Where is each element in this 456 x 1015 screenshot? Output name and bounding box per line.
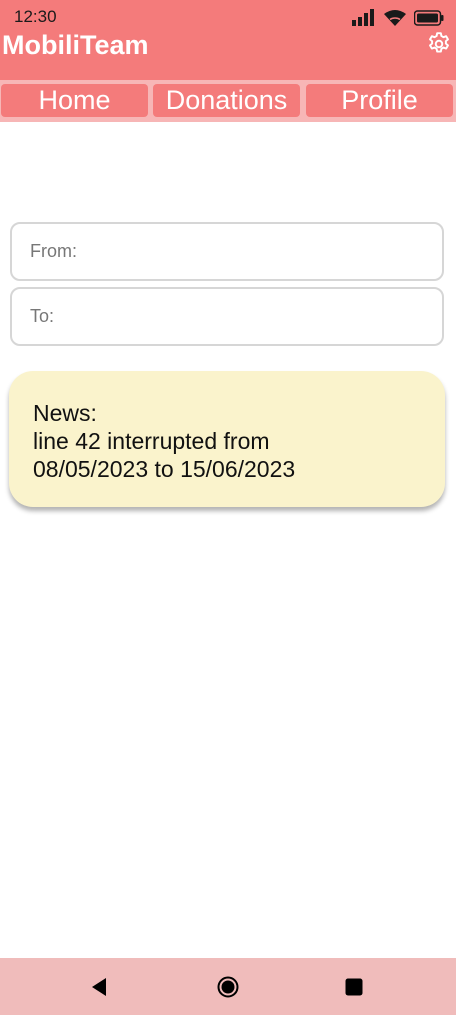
news-line-2: 08/05/2023 to 15/06/2023 xyxy=(33,456,296,482)
news-line-1: line 42 interrupted from xyxy=(33,428,270,454)
recents-icon[interactable] xyxy=(345,978,363,996)
nav-tabs: Home Donations Profile xyxy=(0,80,456,122)
news-card: News: line 42 interrupted from 08/05/202… xyxy=(9,371,445,507)
from-field-container xyxy=(10,222,444,281)
status-icons xyxy=(352,9,444,27)
home-icon[interactable] xyxy=(217,976,239,998)
status-time: 12:30 xyxy=(14,7,57,26)
tab-home[interactable]: Home xyxy=(1,84,148,117)
wifi-icon xyxy=(384,10,406,26)
battery-icon xyxy=(414,10,444,26)
tab-profile[interactable]: Profile xyxy=(306,84,453,117)
to-input[interactable] xyxy=(12,289,442,344)
from-input[interactable] xyxy=(12,224,442,279)
app-title: MobiliTeam xyxy=(2,30,149,60)
news-heading: News: xyxy=(33,400,97,426)
gear-icon xyxy=(429,32,449,53)
signal-icon xyxy=(352,9,374,26)
to-field-container xyxy=(10,287,444,346)
settings-button[interactable] xyxy=(426,31,452,57)
system-nav-bar xyxy=(0,958,456,1015)
tab-donations[interactable]: Donations xyxy=(153,84,300,117)
app-header: 12:30 MobiliTeam xyxy=(0,0,456,80)
back-icon[interactable] xyxy=(91,977,107,997)
